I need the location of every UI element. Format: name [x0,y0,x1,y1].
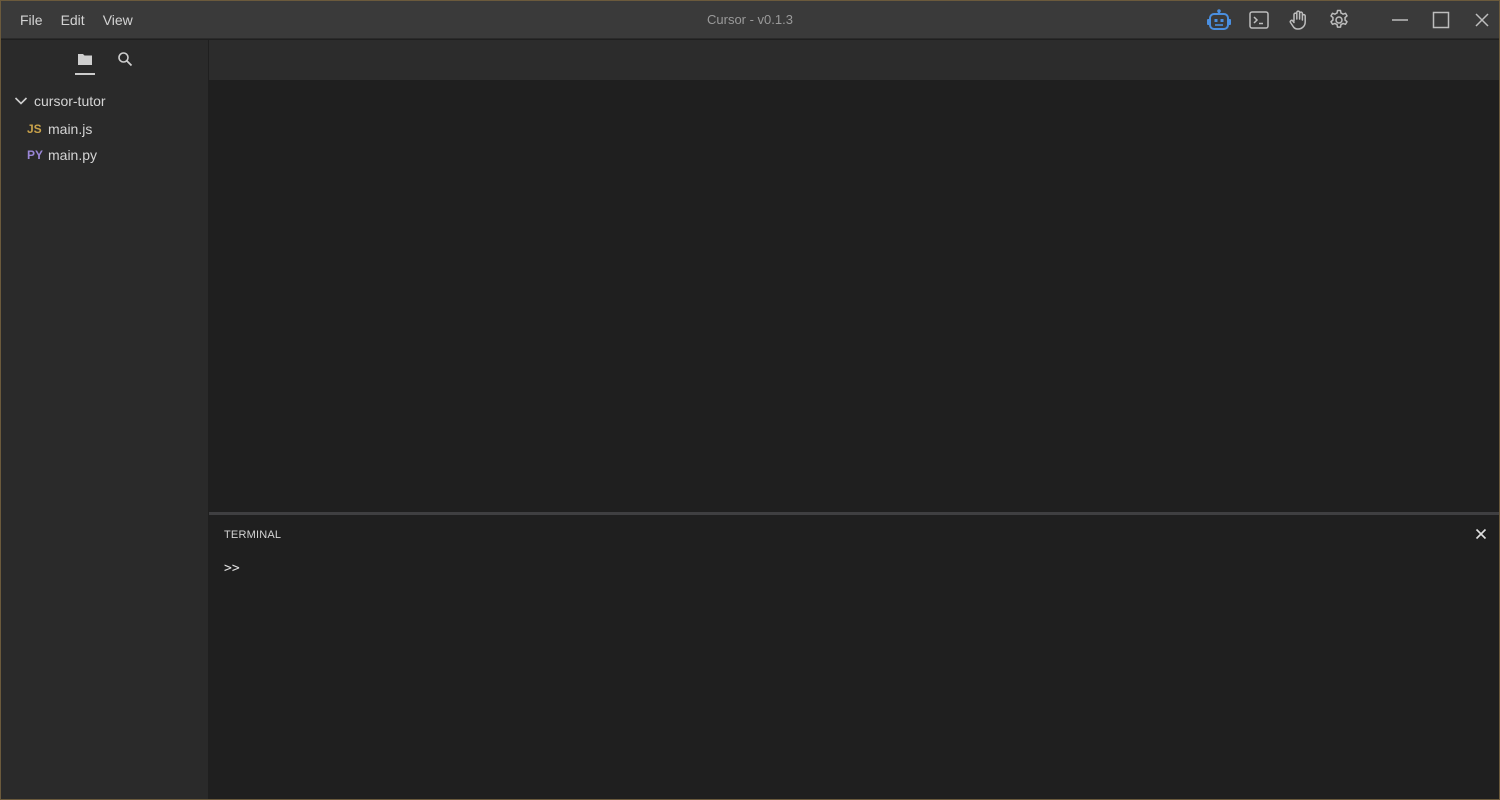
maximize-button[interactable] [1420,1,1461,39]
menu-file[interactable]: File [11,1,52,39]
folder-name: cursor-tutor [34,93,106,109]
menu-bar: File Edit View [11,1,142,39]
file-main-py[interactable]: PY main.py [1,142,208,168]
robot-icon[interactable] [1199,1,1239,39]
menu-view[interactable]: View [94,1,142,39]
terminal-icon[interactable] [1239,1,1279,39]
terminal-panel: TERMINAL >> [209,512,1499,799]
gear-icon[interactable] [1319,1,1359,39]
editor-tab-bar [209,40,1499,80]
terminal-close-button[interactable] [1472,527,1490,545]
sidebar-tabs [1,40,208,80]
chevron-down-icon [13,93,29,109]
python-file-icon: PY [27,148,44,162]
menu-edit[interactable]: Edit [52,1,94,39]
close-button[interactable] [1461,1,1500,39]
editor-area[interactable] [209,80,1499,512]
file-name: main.py [48,147,98,163]
close-icon [1475,527,1487,545]
file-name: main.js [48,121,93,137]
folder-cursor-tutor[interactable]: cursor-tutor [1,90,208,112]
app-window: File Edit View Cursor - v0.1.3 cursor-tu… [0,0,1500,800]
window-controls [1379,1,1500,39]
tab-search[interactable] [111,48,139,74]
js-file-icon: JS [27,122,42,136]
title-bar: File Edit View Cursor - v0.1.3 [1,1,1499,39]
minimize-button[interactable] [1379,1,1420,39]
terminal-title: TERMINAL [224,529,282,541]
file-tree: cursor-tutor JS main.js PY main.py [1,90,208,168]
search-icon [117,51,133,72]
hand-icon[interactable] [1279,1,1319,39]
tab-explorer[interactable] [71,48,99,75]
file-main-js[interactable]: JS main.js [1,116,208,142]
terminal-prompt[interactable]: >> [224,561,240,576]
sidebar: cursor-tutor JS main.js PY main.py [1,40,208,799]
folder-icon [77,52,93,71]
toolbar-actions [1199,1,1359,39]
